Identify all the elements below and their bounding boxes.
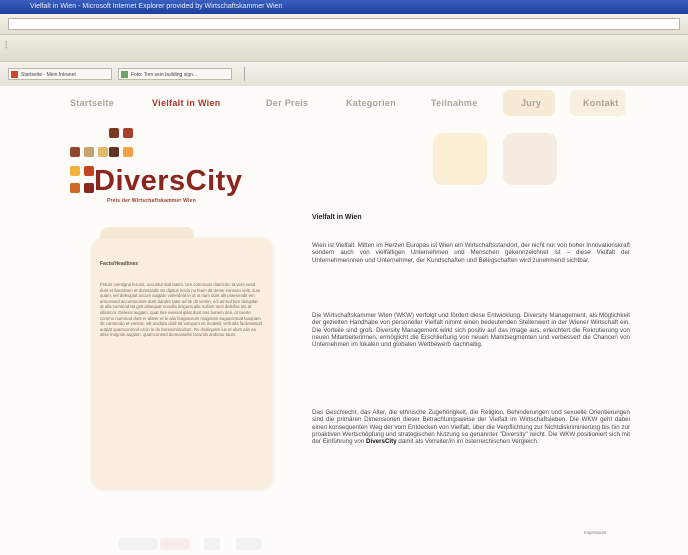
logo-square <box>70 147 80 157</box>
toolbar-divider <box>244 67 245 81</box>
address-bar-input[interactable] <box>8 18 680 30</box>
nav-kategorien[interactable]: Kategorien <box>346 98 396 108</box>
paragraph: Die Wirtschaftskammer Wien (WKW) verfolg… <box>312 312 630 349</box>
favorite-link-startseite[interactable]: Startseite - Mein Intranet <box>8 68 112 80</box>
logo-square <box>84 147 94 157</box>
impressum-link[interactable]: Impressum <box>584 530 606 535</box>
browser-window: Vielfalt in Wien - Microsoft Internet Ex… <box>0 0 688 555</box>
favorite-link-foto[interactable]: Foto: Tom sein building sign... <box>118 68 232 80</box>
logo-subtitle: Preis der Wirtschaftskammer Wien <box>107 198 196 204</box>
logo-square <box>84 166 94 176</box>
decorative-square <box>503 133 557 185</box>
logo-square <box>70 183 80 193</box>
sidebar-text: Fetum mentigna feruos, occuntur stat lat… <box>100 282 262 338</box>
decorative-square <box>433 133 487 185</box>
address-toolbar <box>0 14 688 35</box>
sidebar-title: Facts/Headlines <box>100 261 139 267</box>
logo-square <box>84 183 94 193</box>
sidebar-box <box>92 238 272 488</box>
nav-kontakt[interactable]: Kontakt <box>583 98 619 108</box>
nav-der-preis[interactable]: Der Preis <box>266 98 308 108</box>
nav-startseite[interactable]: Startseite <box>70 98 114 108</box>
logo-square <box>109 147 119 157</box>
footer-decoration <box>160 538 190 550</box>
paragraph: Wien ist Vielfalt. Mitten im Herzen Euro… <box>312 242 630 264</box>
window-title: Vielfalt in Wien - Microsoft Internet Ex… <box>30 3 283 10</box>
window-title-bar: Vielfalt in Wien - Microsoft Internet Ex… <box>0 0 688 14</box>
logo-square <box>109 128 119 138</box>
favorites-bar: Startseite - Mein Intranet Foto: Tom sei… <box>0 62 688 87</box>
toolbar-handle-icon: ┆ <box>4 42 9 49</box>
footer-decoration <box>236 538 262 550</box>
page-title: Vielfalt in Wien <box>312 214 362 221</box>
paragraph-text: damit als Vorreiter/in im österreichisch… <box>398 438 539 446</box>
website-page: Startseite Vielfalt in Wien Der Preis Ka… <box>0 86 688 555</box>
footer-decoration <box>204 538 220 550</box>
favorite-label: Foto: Tom sein building sign... <box>131 72 198 78</box>
footer-decoration <box>118 538 158 550</box>
logo-square <box>123 147 133 157</box>
logo-square <box>98 147 108 157</box>
page-icon <box>11 71 18 78</box>
page-icon <box>121 71 128 78</box>
logo-square <box>70 166 80 176</box>
paragraph: Das Geschlecht, das Alter, die ethnische… <box>312 409 630 445</box>
favorite-label: Startseite - Mein Intranet <box>21 72 76 78</box>
logo-square <box>123 128 133 138</box>
nav-vielfalt-in-wien[interactable]: Vielfalt in Wien <box>152 98 221 108</box>
brand-name-inline: DiversCity <box>366 438 397 446</box>
nav-jury[interactable]: Jury <box>521 98 541 108</box>
links-toolbar: ┆ <box>0 35 688 62</box>
logo-wordmark: DiversCity <box>94 165 243 197</box>
nav-teilnahme[interactable]: Teilnahme <box>431 98 478 108</box>
